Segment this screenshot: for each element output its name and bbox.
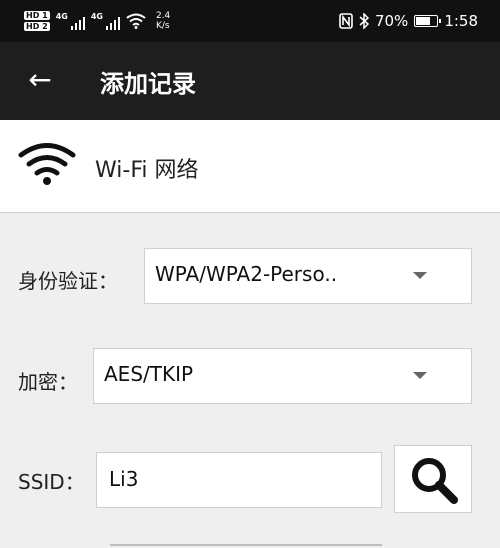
ssid-input[interactable]: Li3: [96, 452, 382, 508]
wifi-icon: [18, 143, 76, 185]
chevron-down-icon: [413, 272, 427, 279]
network-speed: 2.4 K/s: [156, 11, 170, 31]
hd-indicators: HD 1 HD 2: [24, 11, 50, 31]
speed-unit: K/s: [155, 21, 170, 31]
status-right: 70% 1:58: [339, 0, 478, 42]
ssid-value: Li3: [109, 467, 139, 491]
chevron-down-icon: [413, 372, 427, 379]
encrypt-label: 加密：: [18, 370, 78, 394]
signal-2-icon: 4G: [91, 12, 120, 30]
status-left: HD 1 HD 2 4G 4G 2.4 K/s: [24, 6, 170, 36]
battery-level: [416, 17, 430, 25]
battery-icon: [414, 15, 442, 27]
signal-1-label: 4G: [55, 12, 68, 21]
divider: [110, 544, 382, 546]
signal-2-label: 4G: [90, 12, 103, 21]
hd2-badge: HD 2: [24, 22, 50, 31]
auth-label: 身份验证：: [18, 269, 118, 293]
bluetooth-icon: [359, 13, 369, 29]
auth-value: WPA/WPA2-Perso..: [155, 262, 338, 286]
nfc-icon: [339, 13, 353, 29]
clock: 1:58: [444, 12, 478, 30]
status-bar: HD 1 HD 2 4G 4G 2.4 K/s 70% 1:58: [0, 0, 500, 42]
page-title: 添加记录: [100, 70, 196, 98]
search-icon: [412, 458, 458, 504]
auth-dropdown[interactable]: WPA/WPA2-Perso..: [144, 248, 472, 304]
record-type-row[interactable]: Wi-Fi 网络: [0, 120, 500, 213]
wifi-status-icon: [126, 13, 146, 29]
record-type-label: Wi-Fi 网络: [95, 158, 199, 183]
encrypt-value: AES/TKIP: [104, 362, 194, 386]
app-bar: ← 添加记录: [0, 42, 500, 120]
ssid-label: SSID：: [18, 470, 85, 494]
speed-value: 2.4: [155, 11, 171, 21]
hd1-badge: HD 1: [24, 11, 50, 20]
search-button[interactable]: [394, 445, 472, 513]
signal-1-icon: 4G: [56, 12, 85, 30]
arrow-left-icon[interactable]: ←: [22, 62, 58, 98]
encrypt-dropdown[interactable]: AES/TKIP: [93, 348, 472, 404]
battery-percent: 70%: [374, 12, 409, 30]
